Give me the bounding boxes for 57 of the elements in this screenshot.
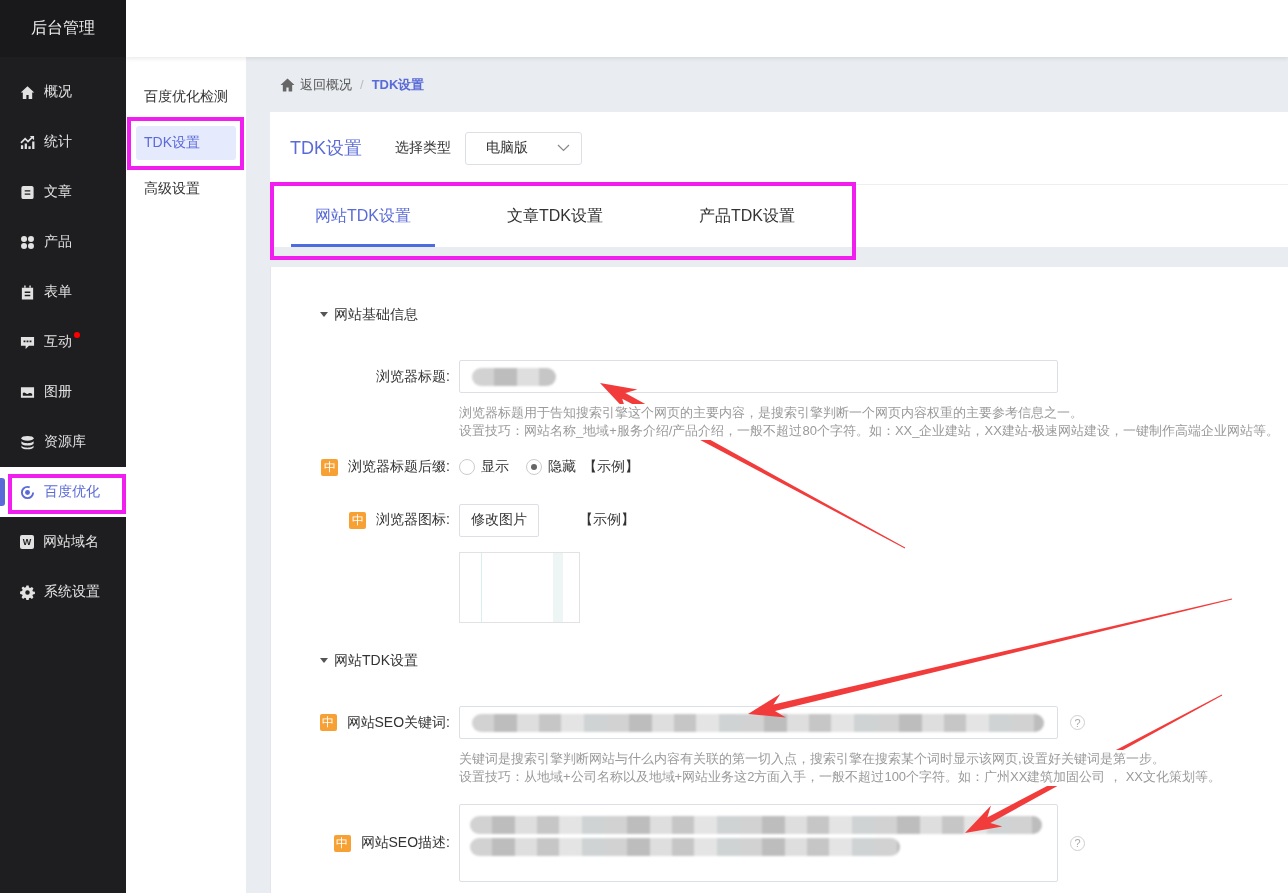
breadcrumb-separator: /	[360, 77, 364, 92]
image-icon	[20, 384, 35, 400]
page-title: TDK设置	[290, 137, 362, 160]
section-title: 网站基础信息	[334, 306, 418, 324]
home-icon	[280, 77, 295, 92]
subnav-item[interactable]: 高级设置	[136, 172, 236, 206]
sidebar-item[interactable]: W 网站域名	[0, 517, 126, 567]
target-icon	[20, 484, 35, 500]
sidebar-item[interactable]: 表单	[0, 267, 126, 317]
breadcrumb-link[interactable]: TDK设置	[371, 75, 425, 94]
text-area[interactable]	[459, 804, 1058, 882]
sidebar-item[interactable]: 系统设置	[0, 567, 126, 617]
type-select[interactable]: 电脑版	[465, 131, 582, 165]
tab[interactable]: 文章TDK设置	[483, 185, 627, 247]
chat-icon	[20, 334, 35, 350]
clipboard-icon	[20, 284, 35, 300]
document-icon	[20, 184, 35, 200]
cn-badge: 中	[319, 714, 337, 731]
text-input[interactable]	[459, 706, 1058, 739]
field-label: 网站SEO关键词:	[346, 713, 450, 732]
field-label: 网站SEO描述:	[360, 834, 450, 852]
chevron-down-icon	[557, 144, 570, 152]
caret-down-icon[interactable]	[320, 312, 328, 318]
sidebar-item[interactable]: 互动	[0, 317, 126, 367]
radio-option[interactable]: 隐藏	[526, 458, 576, 476]
app-title: 后台管理	[31, 18, 95, 38]
caret-down-icon[interactable]	[320, 658, 328, 664]
change-image-button[interactable]: 修改图片	[459, 503, 539, 537]
breadcrumb-link[interactable]: 返回概况	[280, 75, 352, 94]
example-link[interactable]: 【示例】	[583, 458, 639, 476]
example-link[interactable]: 【示例】	[579, 511, 635, 529]
sidebar-item[interactable]: 产品	[0, 217, 126, 267]
tab[interactable]: 网站TDK设置	[291, 185, 435, 247]
cn-badge: 中	[321, 458, 339, 476]
field-label: 选择类型	[395, 139, 451, 157]
settings-icon	[20, 584, 35, 600]
grid-icon	[20, 234, 35, 250]
text-input[interactable]	[459, 360, 1058, 393]
cn-badge: 中	[349, 511, 367, 529]
radio-option[interactable]: 显示	[459, 458, 509, 476]
subnav-item[interactable]: TDK设置	[136, 126, 236, 160]
field-label: 浏览器图标:	[376, 511, 450, 529]
sidebar-item[interactable]: 统计	[0, 117, 126, 167]
section-title: 网站TDK设置	[334, 652, 418, 670]
chart-icon	[20, 134, 35, 150]
field-label: 浏览器标题后缀:	[348, 458, 450, 476]
subnav-item[interactable]: 百度优化检测	[136, 80, 236, 114]
home-icon	[20, 84, 35, 100]
tab[interactable]: 产品TDK设置	[675, 185, 819, 247]
database-icon	[20, 434, 35, 450]
field-label: 浏览器标题:	[376, 367, 450, 386]
sidebar-item[interactable]: 图册	[0, 367, 126, 417]
sidebar-item[interactable]: 文章	[0, 167, 126, 217]
sidebar-item[interactable]: 资源库	[0, 417, 126, 467]
sidebar-item[interactable]: 概况	[0, 67, 126, 117]
cn-badge: 中	[333, 834, 351, 852]
letter-icon: W	[20, 535, 34, 549]
